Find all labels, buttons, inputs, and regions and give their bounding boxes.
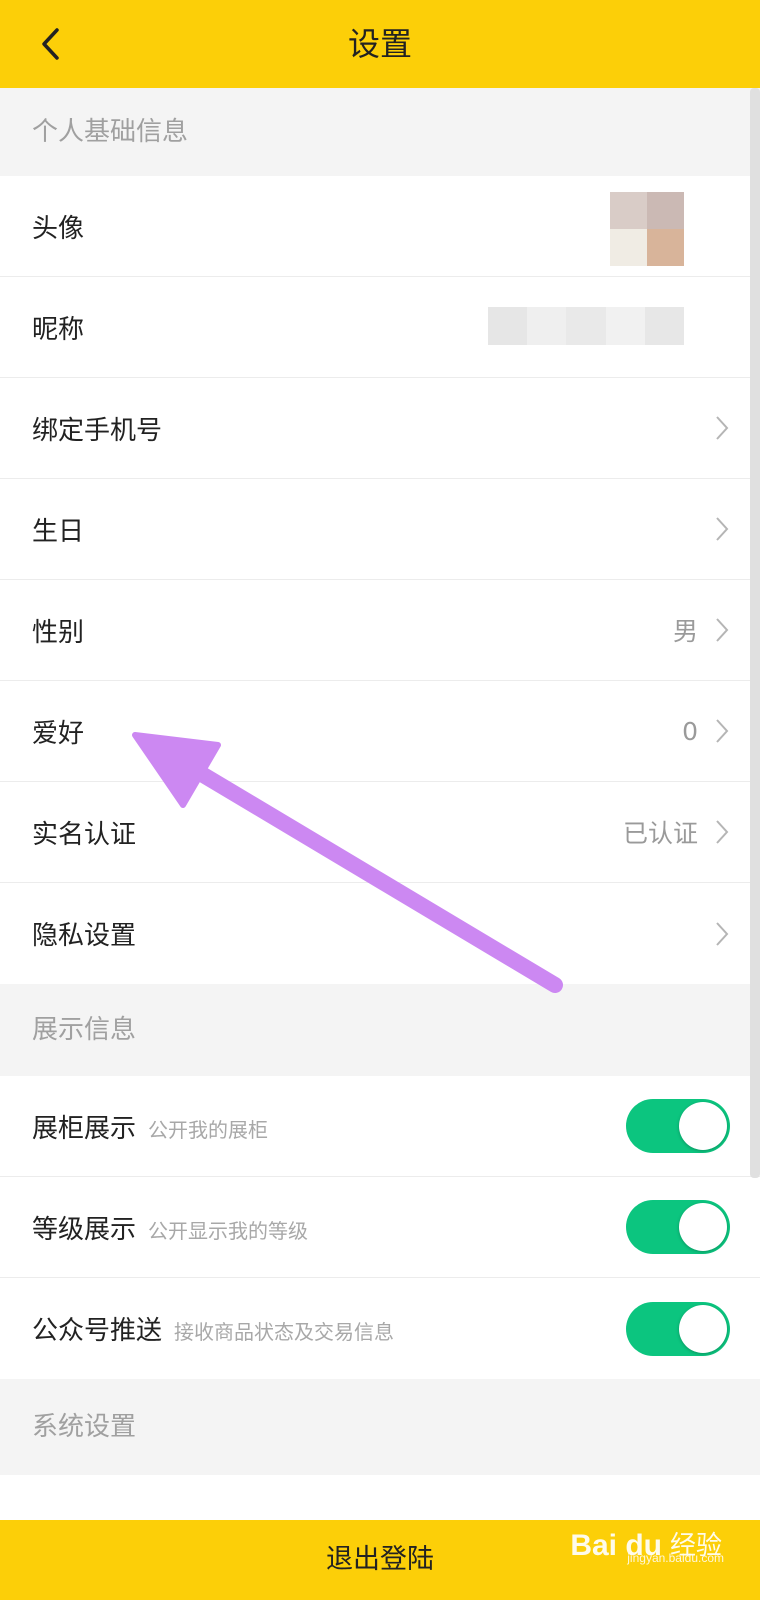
avatar-row[interactable]: 头像 bbox=[0, 176, 760, 277]
gender-row[interactable]: 性别 男 bbox=[0, 580, 760, 681]
nickname-value-blurred bbox=[488, 307, 685, 345]
wechat-push-toggle[interactable] bbox=[626, 1301, 730, 1356]
phone-label: 绑定手机号 bbox=[32, 415, 163, 446]
level-display-toggle[interactable] bbox=[626, 1200, 730, 1254]
display-info-group: 展柜展示 公开我的展柜 等级展示 公开显示我的等级 公众号推送 接收商品状态及交… bbox=[0, 1076, 760, 1379]
wechat-push-label: 公众号推送 bbox=[32, 1316, 163, 1346]
avatar-label: 头像 bbox=[32, 213, 85, 244]
section-title-system: 系统设置 bbox=[0, 1379, 760, 1475]
toggle-knob bbox=[679, 1304, 727, 1353]
hobby-row[interactable]: 爱好 0 bbox=[0, 681, 760, 782]
level-display-desc: 公开显示我的等级 bbox=[148, 1218, 309, 1243]
settings-list[interactable]: 个人基础信息 头像 昵称 绑定手机号 生日 性别 男 爱好 0 实名认证 已认证… bbox=[0, 88, 760, 1520]
hobby-label: 爱好 bbox=[32, 718, 85, 749]
toggle-knob bbox=[679, 1102, 727, 1150]
privacy-label: 隐私设置 bbox=[32, 921, 137, 951]
chevron-right-icon bbox=[712, 513, 732, 545]
section-title-basic: 个人基础信息 bbox=[0, 88, 760, 176]
realname-label: 实名认证 bbox=[32, 819, 137, 850]
watermark-url: jingyan.baidu.com bbox=[627, 1551, 724, 1565]
gender-label: 性别 bbox=[32, 617, 85, 648]
chevron-right-icon bbox=[712, 614, 732, 646]
nickname-label: 昵称 bbox=[32, 314, 85, 345]
chevron-right-icon bbox=[712, 412, 732, 444]
chevron-right-icon bbox=[712, 918, 732, 950]
section-title-display: 展示信息 bbox=[0, 984, 760, 1076]
cabinet-display-desc: 公开我的展柜 bbox=[148, 1117, 269, 1142]
level-display-label: 等级展示 bbox=[32, 1214, 137, 1245]
realname-status: 已认证 bbox=[622, 819, 698, 848]
chevron-right-icon bbox=[712, 816, 732, 848]
scrollbar-thumb[interactable] bbox=[750, 88, 760, 1178]
basic-info-group: 头像 昵称 绑定手机号 生日 性别 男 爱好 0 实名认证 已认证 隐私设置 bbox=[0, 176, 760, 984]
chevron-right-icon bbox=[712, 715, 732, 747]
avatar[interactable] bbox=[610, 192, 684, 266]
birthday-row[interactable]: 生日 bbox=[0, 479, 760, 580]
nickname-row[interactable]: 昵称 bbox=[0, 277, 760, 378]
hobby-count: 0 bbox=[682, 716, 698, 746]
scrollbar[interactable] bbox=[750, 88, 760, 1178]
cabinet-display-toggle[interactable] bbox=[626, 1099, 730, 1153]
cabinet-display-label: 展柜展示 bbox=[32, 1113, 137, 1144]
cabinet-display-row: 展柜展示 公开我的展柜 bbox=[0, 1076, 760, 1177]
realname-row[interactable]: 实名认证 已认证 bbox=[0, 782, 760, 883]
wechat-push-row: 公众号推送 接收商品状态及交易信息 bbox=[0, 1278, 760, 1379]
top-bar: 设置 bbox=[0, 0, 760, 88]
phone-row[interactable]: 绑定手机号 bbox=[0, 378, 760, 479]
birthday-label: 生日 bbox=[32, 516, 85, 547]
wechat-push-desc: 接收商品状态及交易信息 bbox=[174, 1320, 395, 1344]
level-display-row: 等级展示 公开显示我的等级 bbox=[0, 1177, 760, 1278]
logout-button[interactable]: 退出登陆 Bai du 经验 jingyan.baidu.com bbox=[0, 1520, 760, 1600]
gender-value: 男 bbox=[672, 617, 698, 646]
page-title: 设置 bbox=[347, 25, 412, 63]
privacy-row[interactable]: 隐私设置 bbox=[0, 883, 760, 984]
toggle-knob bbox=[679, 1203, 727, 1251]
logout-label: 退出登陆 bbox=[326, 1544, 434, 1575]
